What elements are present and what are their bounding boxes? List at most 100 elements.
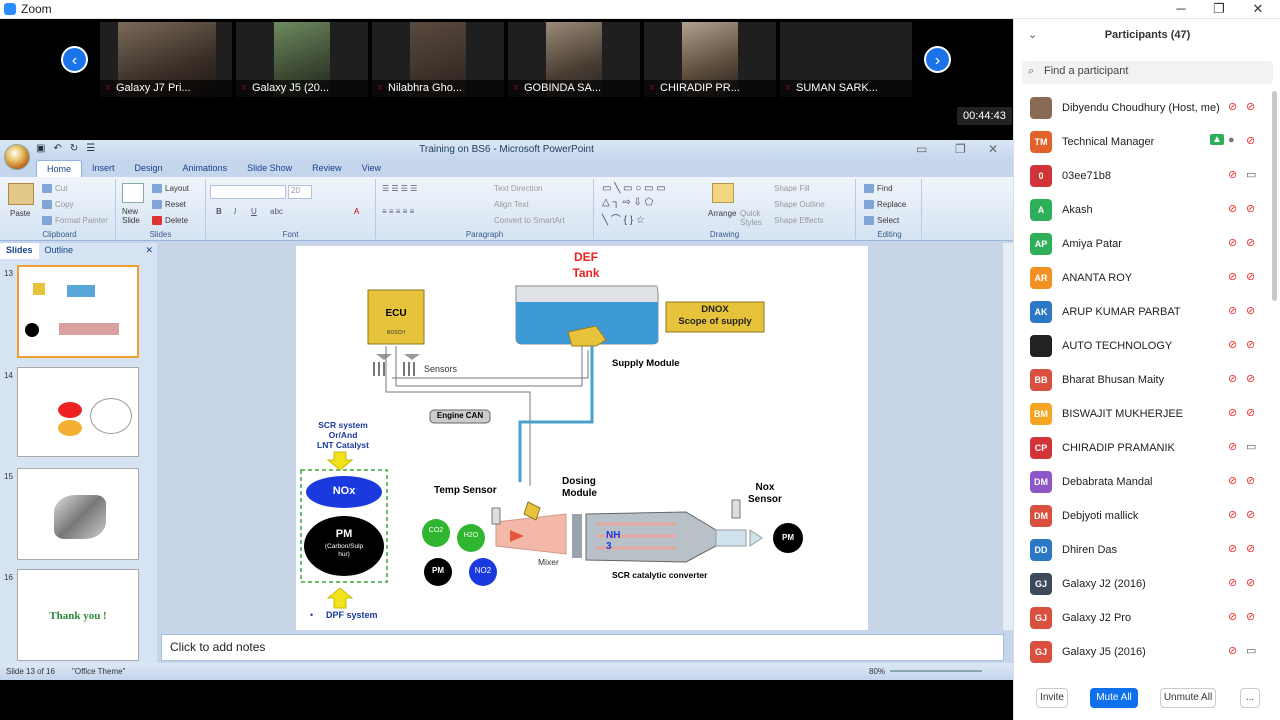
ppt-restore-button[interactable]: ❐ — [955, 142, 966, 156]
participant-row[interactable]: AP Amiya Patar ⊘ ⊘ — [1014, 228, 1280, 262]
mic-muted-icon[interactable]: ⊘ — [1228, 440, 1237, 453]
paste-button[interactable]: Paste — [10, 209, 30, 218]
shapes-gallery[interactable]: ▭ ╲ ▭ ○ ▭ ▭ — [602, 183, 666, 194]
ppt-minimize-button[interactable]: ▭ — [916, 142, 927, 156]
camera-icon[interactable]: ▭ — [1246, 644, 1256, 657]
delete-button[interactable]: Delete — [152, 216, 188, 226]
find-button[interactable]: Find — [864, 184, 893, 194]
copy-button[interactable]: Copy — [42, 200, 74, 210]
mic-muted-icon[interactable]: ⊘ — [1228, 576, 1237, 589]
maximize-button[interactable]: ❐ — [1204, 1, 1234, 17]
notes-pane[interactable]: Click to add notes — [161, 634, 1004, 661]
strikethrough-button[interactable]: abc — [270, 207, 283, 216]
mic-muted-icon[interactable]: ⊘ — [1228, 202, 1237, 215]
participant-row[interactable]: AK ARUP KUMAR PARBAT ⊘ ⊘ — [1014, 296, 1280, 330]
text-direction-button[interactable]: Text Direction — [494, 184, 542, 193]
video-tile[interactable]: ✕CHIRADIP PR... — [644, 22, 776, 97]
zoom-slider[interactable] — [890, 670, 982, 672]
font-name-field[interactable] — [210, 185, 286, 199]
mic-muted-icon[interactable]: ⊘ — [1228, 168, 1237, 181]
underline-button[interactable]: U — [251, 207, 257, 216]
next-page-button[interactable]: › — [924, 46, 951, 73]
tab-review[interactable]: Review — [302, 160, 352, 177]
tab-insert[interactable]: Insert — [82, 160, 125, 177]
replace-button[interactable]: Replace — [864, 200, 906, 210]
mic-muted-icon[interactable]: ⊘ — [1228, 610, 1237, 623]
slide-thumbnail[interactable] — [17, 367, 139, 457]
video-tile[interactable]: ✕Galaxy J7 Pri... — [100, 22, 232, 97]
camera-icon[interactable]: ▭ — [1246, 168, 1256, 181]
camera-off-icon[interactable]: ⊘ — [1246, 236, 1255, 249]
participant-row[interactable]: Dibyendu Choudhury (Host, me) ⊘ ⊘ — [1014, 92, 1280, 126]
layout-button[interactable]: Layout — [152, 184, 189, 194]
mic-muted-icon[interactable]: ⊘ — [1228, 406, 1237, 419]
mute-all-button[interactable]: Mute All — [1090, 688, 1138, 708]
tab-slide-show[interactable]: Slide Show — [237, 160, 302, 177]
mic-muted-icon[interactable]: ⊘ — [1228, 372, 1237, 385]
participant-row[interactable]: AUTO TECHNOLOGY ⊘ ⊘ — [1014, 330, 1280, 364]
list-scrollbar[interactable] — [1272, 91, 1277, 301]
participant-row[interactable]: BM BISWAJIT MUKHERJEE ⊘ ⊘ — [1014, 398, 1280, 432]
participant-row[interactable]: GJ Galaxy J5 (2016) ⊘ ▭ — [1014, 636, 1280, 670]
search-input[interactable]: Find a participant — [1022, 61, 1273, 84]
current-slide[interactable]: DEF Tank ECU BOSCH Sensors DNOX Scope of s… — [296, 246, 868, 630]
bold-button[interactable]: B — [216, 207, 222, 216]
close-button[interactable]: ✕ — [1243, 1, 1273, 17]
save-icon[interactable]: ▣ — [36, 143, 45, 154]
mic-muted-icon[interactable]: ⊘ — [1228, 270, 1237, 283]
mic-muted-icon[interactable]: ⊘ — [1228, 338, 1237, 351]
convert-smartart-button[interactable]: Convert to SmartArt — [494, 216, 565, 225]
tab-outline[interactable]: Outline — [39, 243, 80, 259]
video-tile[interactable]: ✕GOBINDA SA... — [508, 22, 640, 97]
bullets-button[interactable]: ☰ ☰ ☰ ☰ — [382, 184, 417, 193]
shape-fill-button[interactable]: Shape Fill — [774, 184, 810, 193]
participant-row[interactable]: DD Dhiren Das ⊘ ⊘ — [1014, 534, 1280, 568]
participant-row[interactable]: 0 03ee71b8 ⊘ ▭ — [1014, 160, 1280, 194]
format-painter-button[interactable]: Format Painter — [42, 216, 108, 226]
camera-off-icon[interactable]: ⊘ — [1246, 542, 1255, 555]
close-panel-icon[interactable]: ✕ — [139, 243, 157, 259]
minimize-button[interactable]: ─ — [1166, 1, 1196, 16]
redo-icon[interactable]: ↻ — [70, 143, 78, 154]
shapes-gallery-row2[interactable]: △ ┐ ⇨ ⇩ ⬠ — [602, 197, 653, 208]
video-tile[interactable]: ✕Nilabhra Gho... — [372, 22, 504, 97]
align-text-button[interactable]: Align Text — [494, 200, 529, 209]
mic-muted-icon[interactable]: ⊘ — [1228, 542, 1237, 555]
shapes-gallery-row3[interactable]: ╲ ⌒ { } ☆ — [602, 211, 645, 226]
arrange-button[interactable]: Arrange — [708, 209, 736, 218]
mic-muted-icon[interactable]: ⊘ — [1228, 508, 1237, 521]
quick-styles-button[interactable]: Quick Styles — [740, 209, 770, 227]
font-color-button[interactable]: A — [354, 207, 359, 216]
camera-off-icon[interactable]: ⊘ — [1246, 508, 1255, 521]
camera-icon[interactable]: ▭ — [1246, 440, 1256, 453]
unmute-all-button[interactable]: Unmute All — [1160, 688, 1216, 708]
slide-scrollbar[interactable] — [1003, 243, 1013, 630]
participant-row[interactable]: CP CHIRADIP PRAMANIK ⊘ ▭ — [1014, 432, 1280, 466]
reset-button[interactable]: Reset — [152, 200, 186, 210]
tab-design[interactable]: Design — [125, 160, 173, 177]
align-buttons[interactable]: ≡ ≡ ≡ ≡ ≡ — [382, 207, 414, 216]
slide-thumbnail[interactable] — [17, 265, 139, 358]
ppt-close-button[interactable]: ✕ — [988, 142, 998, 156]
tab-home[interactable]: Home — [36, 160, 83, 177]
select-button[interactable]: Select — [864, 216, 899, 226]
camera-off-icon[interactable]: ⊘ — [1246, 338, 1255, 351]
participant-row[interactable]: BB Bharat Bhusan Maity ⊘ ⊘ — [1014, 364, 1280, 398]
mic-muted-icon[interactable]: ⊘ — [1228, 304, 1237, 317]
tab-animations[interactable]: Animations — [173, 160, 238, 177]
prev-page-button[interactable]: ‹ — [61, 46, 88, 73]
tab-slides[interactable]: Slides — [0, 243, 39, 259]
font-size-field[interactable]: 20 — [288, 185, 312, 199]
camera-off-icon[interactable]: ⊘ — [1246, 134, 1255, 147]
camera-off-icon[interactable]: ⊘ — [1246, 304, 1255, 317]
camera-off-icon[interactable]: ⊘ — [1246, 372, 1255, 385]
mic-muted-icon[interactable]: ⊘ — [1228, 236, 1237, 249]
mic-muted-icon[interactable]: ⊘ — [1228, 644, 1237, 657]
office-button-icon[interactable] — [4, 144, 30, 170]
shape-effects-button[interactable]: Shape Effects — [774, 216, 824, 225]
camera-off-icon[interactable]: ⊘ — [1246, 576, 1255, 589]
video-tile[interactable]: ✕SUMAN SARK... — [780, 22, 912, 97]
mic-icon[interactable]: ● — [1228, 134, 1235, 146]
slide-thumbnail[interactable]: Thank you ! — [17, 569, 139, 661]
participant-row[interactable]: DM Debabrata Mandal ⊘ ⊘ — [1014, 466, 1280, 500]
